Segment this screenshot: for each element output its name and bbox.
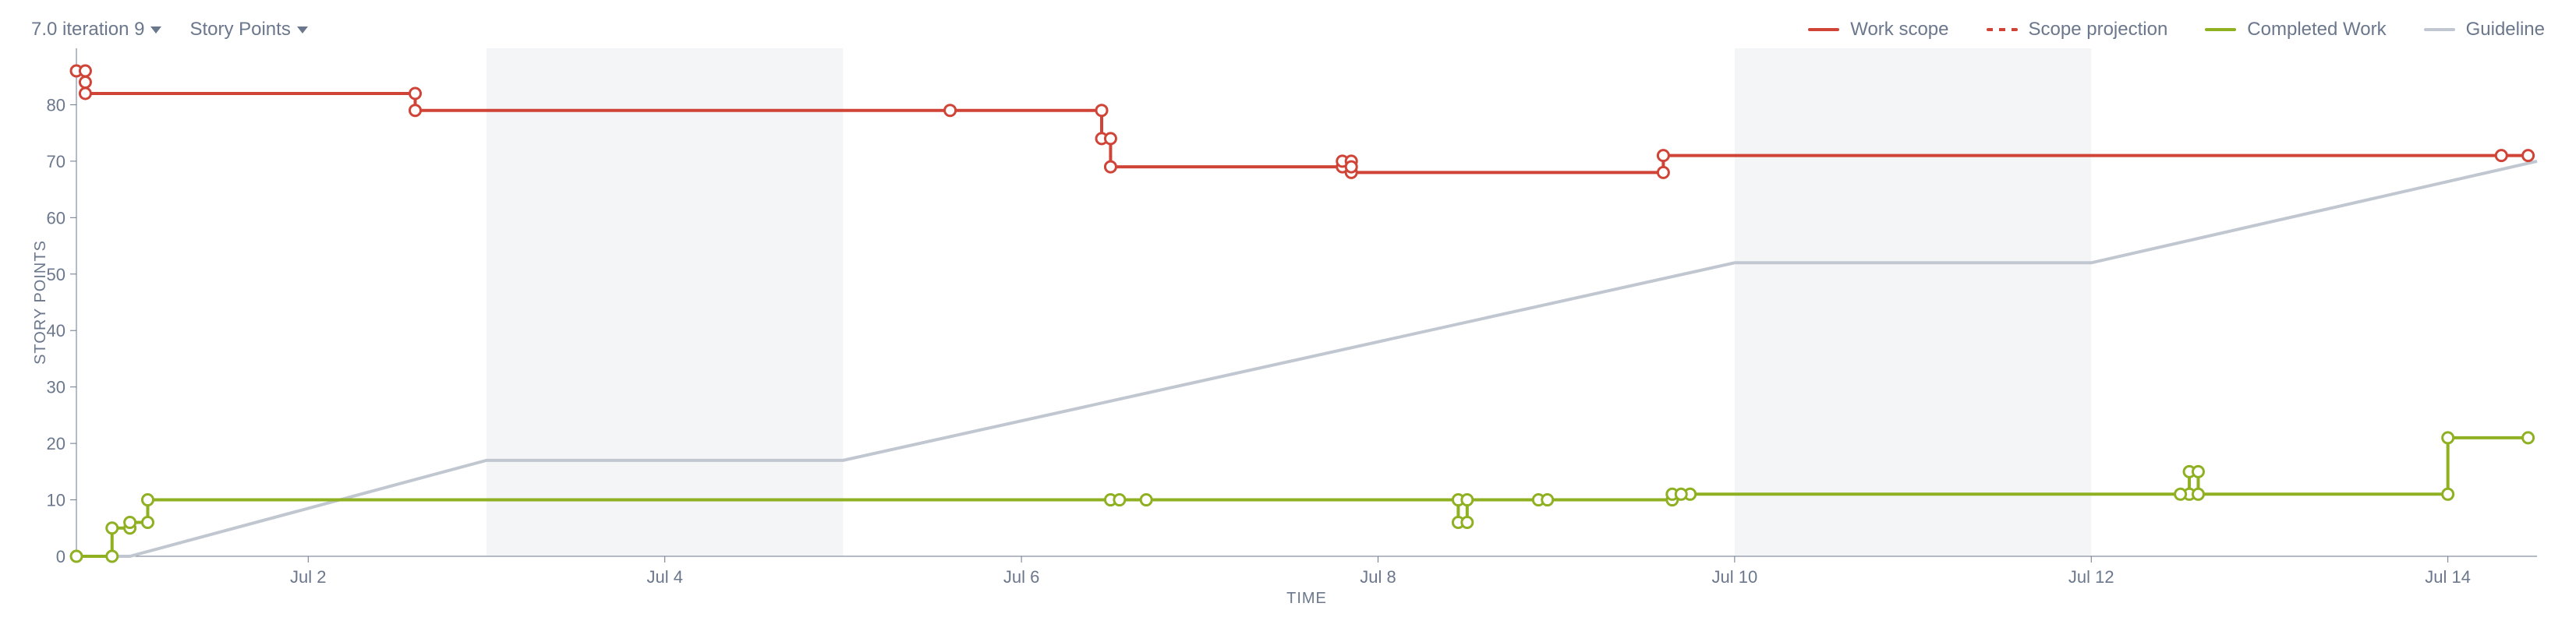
data-point bbox=[80, 76, 90, 87]
svg-text:Jul 4: Jul 4 bbox=[646, 567, 682, 587]
svg-text:Jul 6: Jul 6 bbox=[1003, 567, 1039, 587]
data-point bbox=[107, 551, 118, 562]
series-completed-work bbox=[76, 438, 2528, 556]
legend-label: Completed Work bbox=[2247, 19, 2386, 41]
data-point bbox=[2175, 489, 2186, 499]
x-axis-title: TIME bbox=[1286, 590, 1327, 607]
svg-text:20: 20 bbox=[47, 434, 65, 453]
legend-item-work-scope: Work scope bbox=[1808, 19, 1948, 41]
svg-text:Jul 14: Jul 14 bbox=[2425, 567, 2471, 587]
data-point bbox=[142, 495, 153, 506]
data-point bbox=[2443, 489, 2454, 499]
series-guideline bbox=[76, 161, 2537, 556]
data-point bbox=[125, 517, 136, 528]
legend-label: Scope projection bbox=[2029, 19, 2168, 41]
data-point bbox=[1114, 495, 1125, 506]
chevron-down-icon bbox=[297, 26, 308, 34]
data-point bbox=[1542, 495, 1553, 506]
legend-item-guideline: Guideline bbox=[2424, 19, 2545, 41]
data-point bbox=[945, 105, 956, 116]
weekend-band bbox=[487, 48, 843, 556]
data-point bbox=[2523, 150, 2534, 161]
y-axis: 0 10 20 30 40 50 60 70 80 bbox=[47, 95, 76, 566]
line-icon bbox=[1808, 28, 1839, 31]
data-point bbox=[1658, 167, 1668, 178]
data-point bbox=[2192, 466, 2203, 477]
data-point bbox=[1658, 150, 1668, 161]
chart-toolbar: 7.0 iteration 9 Story Points Work scope … bbox=[31, 16, 2545, 44]
svg-text:Jul 10: Jul 10 bbox=[1712, 567, 1758, 587]
svg-text:0: 0 bbox=[56, 547, 65, 566]
svg-text:Jul 12: Jul 12 bbox=[2068, 567, 2114, 587]
sprint-dropdown-label: 7.0 iteration 9 bbox=[31, 19, 144, 41]
data-point bbox=[1105, 161, 1116, 172]
svg-text:10: 10 bbox=[47, 491, 65, 510]
legend-label: Guideline bbox=[2466, 19, 2545, 41]
burnup-chart: 01020304050607080Jul 2Jul 4Jul 6Jul 8Jul… bbox=[31, 44, 2545, 611]
svg-text:70: 70 bbox=[47, 152, 65, 171]
data-point bbox=[410, 88, 421, 99]
data-point bbox=[80, 65, 90, 76]
y-axis-title: STORY POINTS bbox=[32, 240, 49, 365]
svg-text:30: 30 bbox=[47, 378, 65, 397]
data-point bbox=[1096, 105, 1107, 116]
weekend-band bbox=[1735, 48, 2091, 556]
svg-text:Jul 8: Jul 8 bbox=[1360, 567, 1396, 587]
data-point bbox=[2523, 432, 2534, 443]
chart-legend: Work scope Scope projection Completed Wo… bbox=[1808, 19, 2545, 41]
metric-dropdown-label: Story Points bbox=[189, 19, 290, 41]
svg-text:80: 80 bbox=[47, 95, 65, 115]
data-point bbox=[1462, 495, 1473, 506]
data-point bbox=[2192, 489, 2203, 499]
data-point bbox=[410, 105, 421, 116]
data-point bbox=[1141, 495, 1152, 506]
data-point bbox=[107, 523, 118, 534]
line-icon bbox=[2205, 28, 2236, 31]
data-point bbox=[1105, 133, 1116, 144]
svg-text:40: 40 bbox=[47, 321, 65, 340]
line-icon bbox=[2424, 28, 2455, 31]
data-point bbox=[1462, 517, 1473, 528]
legend-item-completed-work: Completed Work bbox=[2205, 19, 2386, 41]
legend-item-scope-projection: Scope projection bbox=[1987, 19, 2168, 41]
legend-label: Work scope bbox=[1850, 19, 1948, 41]
series-work-scope bbox=[76, 71, 2528, 172]
sprint-dropdown[interactable]: 7.0 iteration 9 bbox=[31, 19, 161, 41]
metric-dropdown[interactable]: Story Points bbox=[189, 19, 307, 41]
data-point bbox=[142, 517, 153, 528]
chevron-down-icon bbox=[150, 26, 161, 34]
data-point bbox=[1346, 161, 1357, 172]
svg-text:60: 60 bbox=[47, 208, 65, 228]
x-axis: Jul 2 Jul 4 Jul 6 Jul 8 Jul 10 Jul 12 Jul 14 bbox=[290, 556, 2471, 587]
dashed-line-icon bbox=[1987, 28, 2018, 31]
data-point bbox=[71, 551, 82, 562]
data-point bbox=[2443, 432, 2454, 443]
data-point bbox=[80, 88, 90, 99]
data-point bbox=[2496, 150, 2507, 161]
data-point bbox=[1675, 489, 1686, 499]
svg-text:Jul 2: Jul 2 bbox=[290, 567, 326, 587]
svg-text:50: 50 bbox=[47, 265, 65, 284]
